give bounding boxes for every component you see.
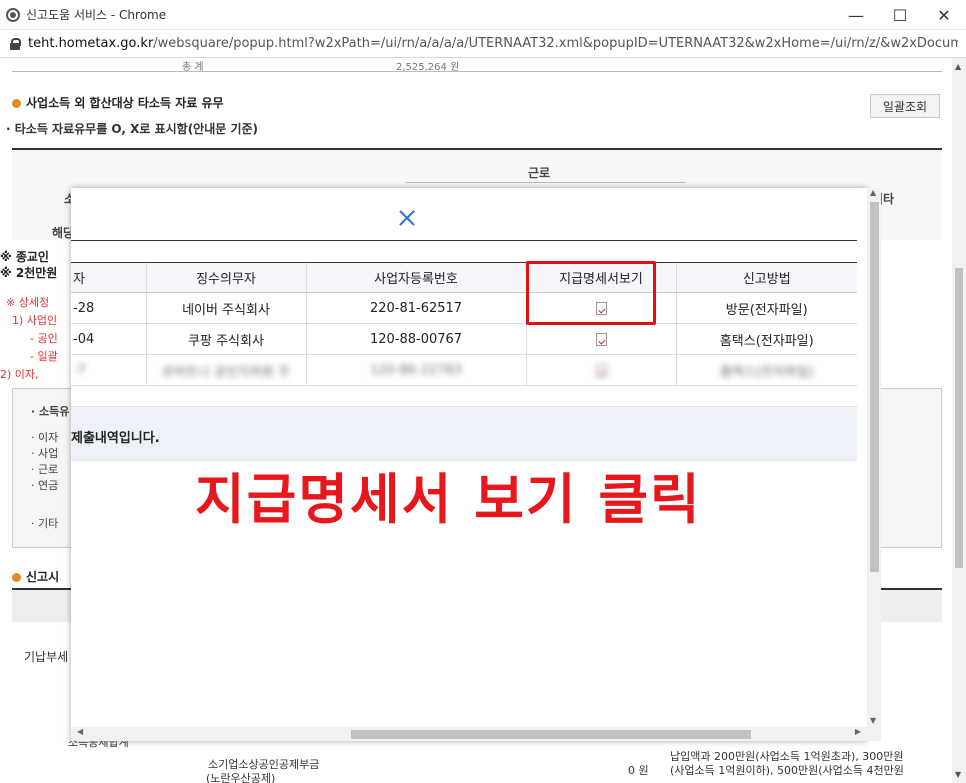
statement-document-icon[interactable]	[595, 332, 607, 346]
modal-horizontal-scrollbar[interactable]: ◀ ▶	[71, 727, 867, 741]
close-icon[interactable]	[395, 206, 419, 230]
modal-scrollbar[interactable]: ▲ ▼	[867, 188, 881, 741]
scroll-left-icon[interactable]: ◀	[77, 727, 83, 736]
table-row: -7 로버트나 공인지위원 주 120-86-22783 홈택스(전자파일)	[71, 354, 857, 386]
close-window-button[interactable]: ✕	[922, 0, 966, 30]
address-bar[interactable]: teht.hometax.go.kr/websquare/popup.html?…	[0, 30, 966, 58]
page-scrollbar[interactable]: ▲ ▼	[952, 58, 966, 783]
notice-bar: 제출내역입니다.	[71, 406, 857, 461]
url-text: teht.hometax.go.kr/websquare/popup.html?…	[28, 36, 958, 51]
window-title: 신고도움 서비스 - Chrome	[26, 8, 167, 22]
highlight-box	[526, 261, 656, 325]
bulk-lookup-button[interactable]: 일괄조회	[870, 94, 940, 118]
payer-table: 자 징수의무자 사업자등록번호 지급명세서보기 신고방법 -28 네이버 주식회…	[71, 262, 857, 386]
modal-divider	[71, 240, 857, 241]
section2-title: 신고시	[12, 568, 59, 585]
table-row: -04 쿠팡 주식회사 120-88-00767 홈택스(전자파일)	[71, 323, 857, 355]
window-titlebar: 신고도움 서비스 - Chrome	[0, 0, 966, 30]
view-statement-cell	[525, 323, 676, 355]
scroll-thumb[interactable]	[955, 268, 963, 568]
col-header-payer: 징수의무자	[145, 262, 306, 293]
instruction-caption: 지급명세서 보기 클릭	[195, 468, 702, 531]
chrome-icon	[6, 7, 20, 22]
col-header-method: 신고방법	[675, 262, 857, 293]
scroll-right-icon[interactable]: ▶	[855, 727, 861, 736]
statement-document-icon[interactable]	[595, 363, 607, 377]
modal-hscroll-thumb[interactable]	[351, 730, 751, 739]
bullet-icon	[12, 99, 21, 108]
view-statement-cell	[525, 354, 676, 386]
col-header-biz-no: 사업자등록번호	[305, 262, 526, 293]
maximize-button[interactable]: ☐	[878, 0, 922, 30]
col-header: 자	[71, 262, 146, 293]
scroll-up-icon[interactable]: ▲	[870, 188, 876, 197]
lock-icon	[10, 37, 21, 50]
table-row: -28 네이버 주식회사 220-81-62517 방문(전자파일)	[71, 292, 857, 324]
scroll-down-icon[interactable]: ▼	[870, 716, 876, 725]
sub-title: · 타소득 자료유무를 O, X로 표시함(안내문 기준)	[6, 122, 259, 136]
bullet-icon	[12, 573, 21, 582]
summary-row: 총 계 2,525,264 원	[12, 58, 942, 73]
minimize-button[interactable]: —	[834, 0, 878, 30]
scroll-down-icon[interactable]: ▼	[955, 770, 961, 779]
section-title: 사업소득 외 합산대상 타소득 자료 유무	[12, 94, 224, 111]
scroll-up-icon[interactable]: ▲	[955, 62, 961, 71]
modal-scroll-thumb[interactable]	[870, 202, 879, 572]
